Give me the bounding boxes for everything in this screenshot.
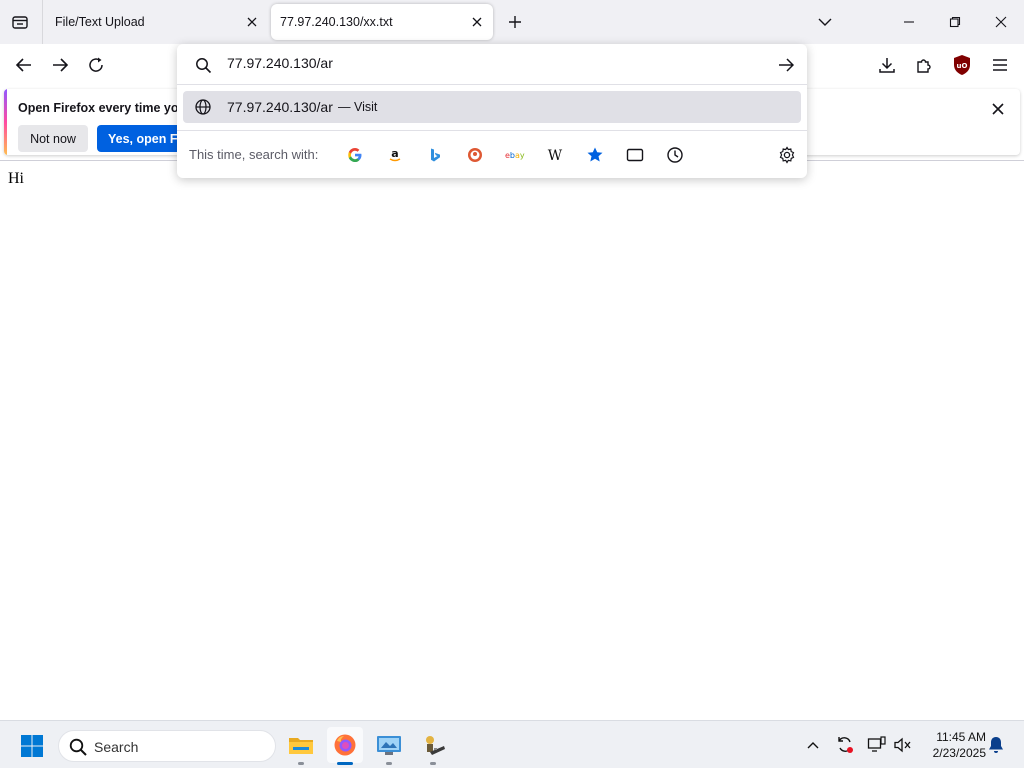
close-tab-button[interactable] [469,14,485,30]
suggestion-action: — Visit [338,100,378,114]
show-hidden-icons-button[interactable] [802,734,824,756]
search-icon [69,738,87,756]
volume-muted-icon [894,737,911,753]
url-suggestion-row[interactable]: 77.97.240.130/ar — Visit [183,91,801,123]
app-menu-button[interactable] [988,53,1012,77]
firefox-view-button[interactable] [8,10,32,34]
arrow-left-icon [15,58,31,72]
windows-start-icon[interactable] [20,734,44,758]
close-icon [247,17,257,27]
restore-icon [949,16,961,28]
sync-tray-button[interactable] [834,734,856,756]
file-explorer-button[interactable] [283,727,319,765]
arrow-right-icon [779,58,794,72]
not-now-button[interactable]: Not now [18,125,88,152]
minimize-button[interactable] [893,6,925,38]
tab-strip: File/Text Upload 77.97.240.130/xx.txt [0,0,1024,44]
search-with-label: This time, search with: [189,147,319,162]
google-icon[interactable] [343,143,367,167]
go-button[interactable] [775,54,797,76]
hamburger-menu-icon [993,59,1007,71]
arrow-right-icon [53,58,69,72]
restore-button[interactable] [939,6,971,38]
forward-button[interactable] [48,53,72,77]
control-panel-button[interactable] [371,727,407,765]
firefox-view-icon [12,16,28,29]
downloads-button[interactable] [875,53,899,77]
svg-text:uO: uO [957,62,968,70]
plus-icon [509,16,521,28]
search-icon [193,55,213,75]
close-icon [992,103,1004,115]
amazon-icon[interactable]: a [383,143,407,167]
puzzle-icon [917,59,931,73]
close-notification-button[interactable] [988,99,1008,119]
minimize-icon [904,21,914,23]
ublock-origin-icon[interactable]: uO [952,54,972,76]
tab-title: 77.97.240.130/xx.txt [280,15,393,29]
duckduckgo-icon[interactable] [463,143,487,167]
notification-accent [4,89,7,155]
download-icon [879,58,895,73]
bookmarks-icon[interactable] [583,143,607,167]
reload-button[interactable] [84,53,108,77]
firefox-taskbar-button[interactable] [327,727,363,765]
urlbar-input[interactable]: 77.97.240.130/ar [227,55,333,71]
extensions-button[interactable] [912,53,936,77]
network-icon [867,736,886,752]
close-window-button[interactable] [985,6,1017,38]
app-icon [426,736,445,755]
page-content-text: Hi [8,170,24,187]
svg-text:a: a [391,147,398,160]
taskbar-clock[interactable]: 11:45 AM 2/23/2025 [918,729,986,761]
new-tab-button[interactable] [503,10,527,34]
running-indicator [386,762,392,765]
clock-date: 2/23/2025 [932,746,986,760]
divider [177,84,807,85]
close-icon [472,17,482,27]
suggestion-url: 77.97.240.130/ar [227,99,333,115]
sync-icon [838,737,853,753]
gear-icon [779,146,795,164]
svg-text:W: W [548,148,563,162]
file-explorer-icon [289,738,313,754]
close-tab-button[interactable] [244,14,260,30]
list-all-tabs-button[interactable] [813,10,837,34]
notification-bell-icon[interactable] [986,735,1006,755]
taskbar-search-placeholder: Search [94,739,139,755]
chevron-down-icon [818,18,832,26]
divider [177,130,807,131]
back-button[interactable] [12,53,36,77]
taskbar: Search 11:45 AM 2/23/2025 [0,720,1024,768]
network-tray-button[interactable] [866,734,888,756]
tab-file-text-upload[interactable]: File/Text Upload [42,4,268,40]
tab-title: File/Text Upload [55,15,145,29]
history-icon[interactable] [663,143,687,167]
ebay-icon[interactable]: ebay [503,143,527,167]
control-panel-icon [377,736,401,755]
svg-text:ebay: ebay [505,151,525,160]
volume-tray-button[interactable] [892,734,914,756]
close-icon [995,16,1007,28]
tab-xx-txt[interactable]: 77.97.240.130/xx.txt [271,4,493,40]
bing-icon[interactable] [423,143,447,167]
running-indicator [430,762,436,765]
globe-icon [195,99,211,115]
running-indicator [298,762,304,765]
active-indicator [337,762,353,765]
firefox-icon [334,734,356,756]
tabs-icon[interactable] [623,143,647,167]
reload-icon [89,57,103,72]
wikipedia-icon[interactable]: W [543,143,567,167]
app-taskbar-button[interactable] [415,727,451,765]
taskbar-search-box[interactable]: Search [58,730,276,762]
clock-time: 11:45 AM [936,730,986,744]
urlbar-panel: 77.97.240.130/ar 77.97.240.130/ar — Visi… [177,44,807,178]
search-settings-button[interactable] [775,143,799,167]
chevron-up-icon [807,742,819,749]
notification-message: Open Firefox every time you [18,101,187,115]
